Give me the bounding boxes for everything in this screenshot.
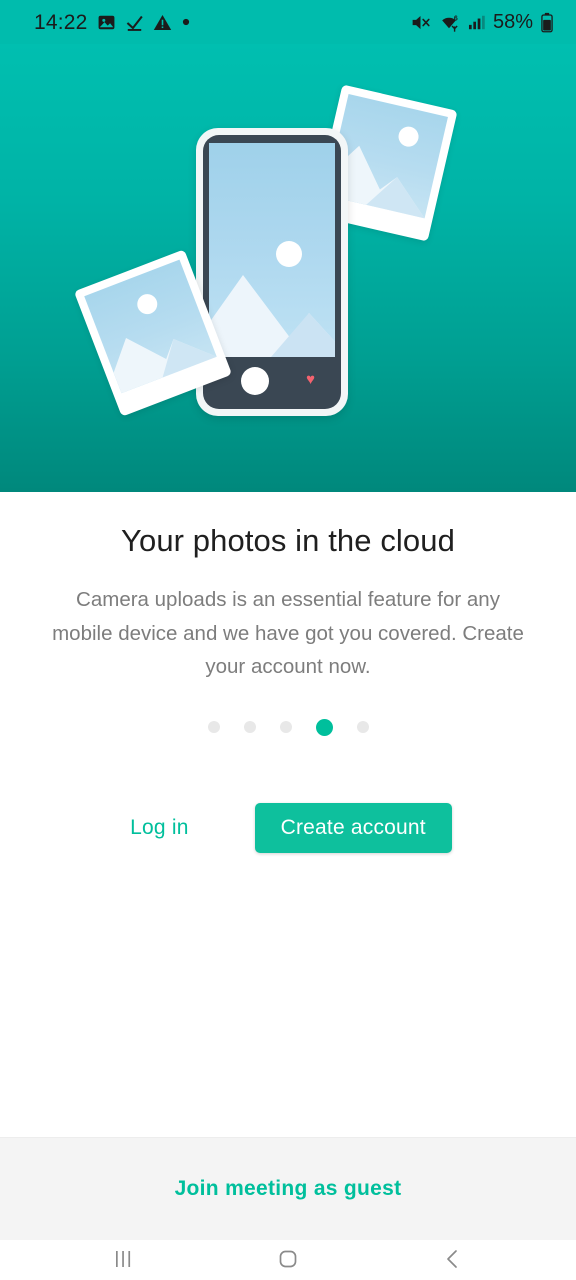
svg-text:6: 6	[454, 15, 458, 22]
page-dot-3[interactable]	[279, 721, 292, 734]
mute-icon	[410, 12, 431, 33]
home-icon	[276, 1247, 300, 1274]
page-dot-4-active[interactable]	[315, 718, 333, 736]
status-bar-right: 6 58%	[410, 12, 554, 33]
create-account-button[interactable]: Create account	[254, 803, 452, 854]
battery-percent-label: 58%	[492, 11, 533, 33]
page-subtitle: Camera uploads is an essential feature f…	[52, 587, 524, 679]
page-dot-2[interactable]	[243, 721, 256, 734]
guest-banner: Join meeting as guest	[0, 1137, 576, 1240]
recents-button[interactable]	[83, 1240, 163, 1280]
recents-icon	[111, 1247, 135, 1274]
mountain-shape	[113, 338, 217, 394]
status-bar-left: 14:22	[34, 12, 191, 33]
back-chevron-icon	[441, 1247, 465, 1274]
home-button[interactable]	[248, 1240, 328, 1280]
phone-home-button-icon	[241, 367, 269, 395]
join-meeting-as-guest-button[interactable]: Join meeting as guest	[161, 1169, 416, 1209]
photos-in-cloud-illustration: ♥	[73, 84, 488, 448]
app-screen: 14:22 6 58% ♥ Your photos in the cloud C…	[0, 0, 576, 1280]
heart-icon: ♥	[306, 371, 315, 388]
download-complete-icon	[125, 13, 144, 32]
cellular-signal-icon	[467, 13, 486, 32]
dot-icon	[181, 17, 191, 27]
wifi-6-icon: 6	[438, 12, 460, 33]
back-button[interactable]	[413, 1240, 493, 1280]
login-button[interactable]: Log in	[124, 806, 194, 850]
phone-screen	[209, 143, 335, 357]
hero-illustration-area: ♥	[0, 44, 576, 492]
mountain-shape	[209, 275, 335, 357]
status-time: 14:22	[34, 10, 88, 34]
warning-triangle-icon	[153, 13, 172, 32]
battery-icon	[540, 12, 554, 33]
action-buttons: Log in Create account	[124, 803, 452, 854]
page-dot-5[interactable]	[356, 721, 369, 734]
page-title: Your photos in the cloud	[121, 523, 455, 558]
image-icon	[97, 13, 116, 32]
onboarding-content: Your photos in the cloud Camera uploads …	[0, 492, 576, 1137]
page-indicator[interactable]	[207, 717, 369, 737]
android-navigation-bar	[0, 1240, 576, 1280]
page-dot-1[interactable]	[207, 721, 220, 734]
status-bar: 14:22 6 58%	[0, 0, 576, 44]
